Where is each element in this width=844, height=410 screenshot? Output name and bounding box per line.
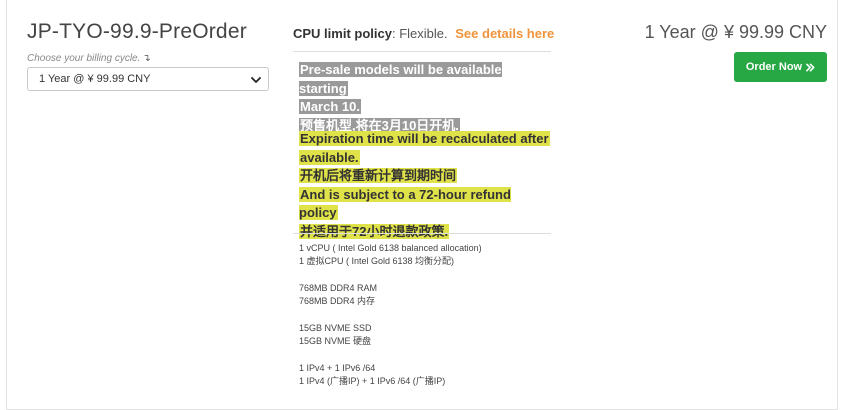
spec-cpu: 1 vCPU ( Intel Gold 6138 balanced alloca… — [299, 242, 482, 268]
price-display: 1 Year @ ¥ 99.99 CNY — [644, 22, 827, 42]
cpu-policy-label: CPU limit policy — [293, 26, 392, 41]
spec-line: 768MB DDR4 内存 — [299, 296, 376, 306]
billing-cycle-select[interactable]: 1 Year @ ¥ 99.99 CNY — [27, 67, 269, 91]
notice-line: Pre-sale models will be available starti… — [299, 62, 502, 96]
cpu-policy: CPU limit policy: Flexible. See details … — [293, 26, 554, 41]
spec-storage: 15GB NVME SSD 15GB NVME 硬盘 — [299, 322, 372, 348]
notice-line: 开机后将重新计算到期时间 — [299, 168, 458, 183]
spec-line: 1 vCPU ( Intel Gold 6138 balanced alloca… — [299, 243, 482, 253]
spec-line: 1 IPv4 (广播IP) + 1 IPv6 /64 (广播IP) — [299, 376, 446, 386]
see-details-link[interactable]: See details here — [455, 26, 554, 41]
product-card: JP-TYO-99.9-PreOrder Choose your billing… — [6, 0, 838, 410]
cpu-policy-value: Flexible. — [399, 26, 448, 41]
billing-cycle-hint: Choose your billing cycle. ↴ — [27, 53, 151, 64]
arrow-down-right-icon: ↴ — [142, 53, 151, 64]
billing-cycle-hint-text: Choose your billing cycle. — [27, 53, 141, 64]
notice-line: And is subject to a 72-hour refund polic… — [299, 186, 511, 220]
double-chevron-right-icon — [806, 63, 815, 71]
billing-cycle-selected: 1 Year @ ¥ 99.99 CNY — [39, 73, 151, 85]
divider — [293, 51, 551, 52]
order-now-button[interactable]: Order Now — [734, 52, 827, 82]
spec-network: 1 IPv4 + 1 IPv6 /64 1 IPv4 (广播IP) + 1 IP… — [299, 362, 445, 388]
spec-ram: 768MB DDR4 RAM 768MB DDR4 内存 — [299, 282, 377, 308]
cpu-policy-separator: : — [391, 26, 396, 41]
divider — [293, 233, 551, 234]
spec-line: 768MB DDR4 RAM — [299, 283, 378, 293]
spec-line: 15GB NVME 硬盘 — [299, 336, 372, 346]
presale-notice: Pre-sale models will be available starti… — [299, 61, 553, 135]
order-now-label: Order Now — [745, 61, 803, 73]
notice-line: March 10. — [299, 99, 361, 114]
spec-line: 1 IPv4 + 1 IPv6 /64 — [299, 363, 376, 373]
spec-line: 15GB NVME SSD — [299, 323, 372, 333]
chevron-down-icon — [251, 77, 261, 83]
notice-line: Expiration time will be recalculated aft… — [299, 131, 550, 146]
spec-line: 1 虚拟CPU ( Intel Gold 6138 均衡分配) — [299, 256, 455, 266]
expiration-notice: Expiration time will be recalculated aft… — [299, 130, 553, 241]
notice-line: 并适用于72小时退款政策. — [299, 223, 450, 239]
product-title: JP-TYO-99.9-PreOrder — [27, 20, 247, 43]
notice-line: available. — [299, 149, 360, 165]
